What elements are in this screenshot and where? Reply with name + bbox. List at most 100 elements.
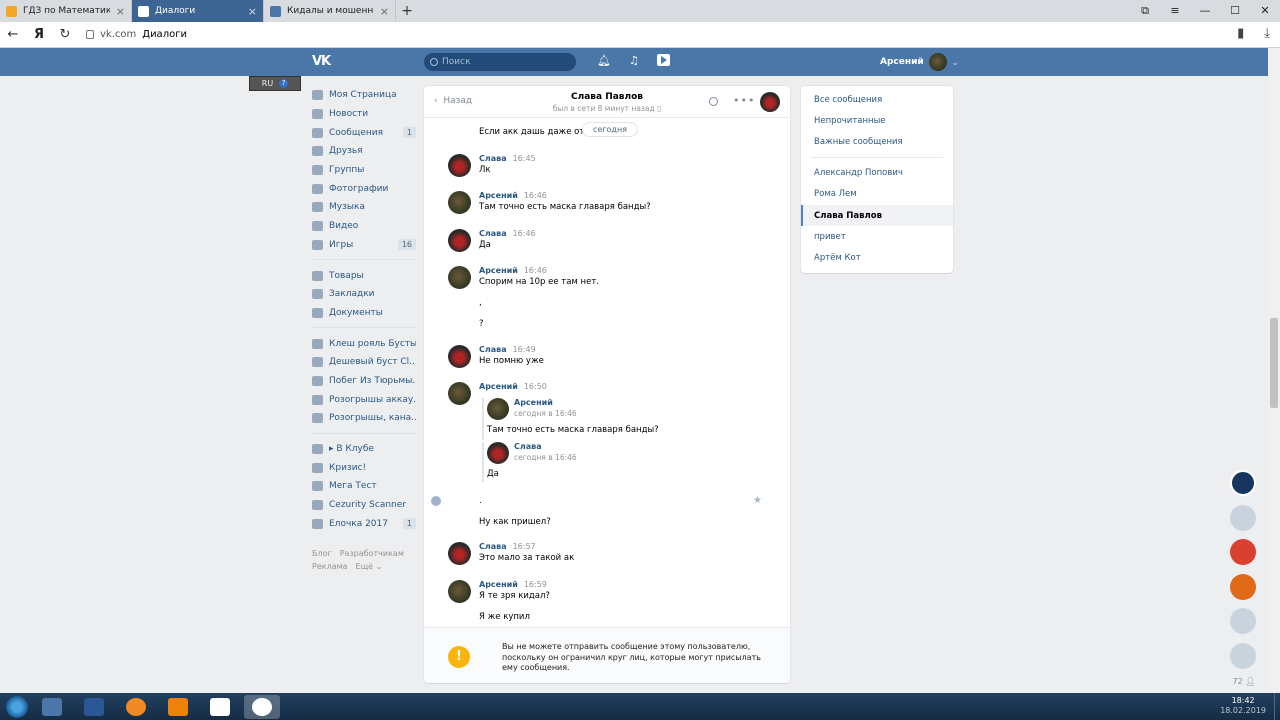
bookmark-icon[interactable]: ▮ xyxy=(1237,26,1244,41)
close-tab-icon[interactable]: × xyxy=(116,5,125,18)
play-icon[interactable] xyxy=(656,54,670,66)
nav-item-group-5[interactable]: Розогрышы, кана.. xyxy=(312,409,416,428)
bell-icon[interactable]: 🔔︎ xyxy=(597,54,611,67)
author-name[interactable]: Слава xyxy=(479,345,507,354)
avatar[interactable] xyxy=(448,382,471,405)
footer-link-developers[interactable]: Разработчикам xyxy=(340,549,404,558)
contact-item[interactable]: Артём Кот xyxy=(801,248,953,269)
scrollbar-thumb[interactable] xyxy=(1270,318,1278,408)
reload-icon[interactable]: ↻ xyxy=(52,27,78,42)
avatar[interactable] xyxy=(487,442,509,464)
footer-link-blog[interactable]: Блог xyxy=(312,549,332,558)
nav-item-messages[interactable]: Сообщения 1 xyxy=(312,123,416,142)
back-arrow-icon[interactable]: ← xyxy=(0,27,26,42)
filter-important[interactable]: Важные сообщения xyxy=(801,132,953,153)
close-tab-icon[interactable]: × xyxy=(380,5,389,18)
friends-icon[interactable] xyxy=(1230,504,1256,531)
nav-item-group-2[interactable]: Дешевый буст Cl.. xyxy=(312,353,416,372)
url-field[interactable]: vk.com Диалоги xyxy=(86,29,187,40)
forwarded-author[interactable]: Слава xyxy=(514,442,542,451)
filter-unread[interactable]: Непрочитанные xyxy=(801,110,953,131)
menu-icon[interactable]: ≡ xyxy=(1160,0,1190,22)
nav-item-friends[interactable]: Друзья xyxy=(312,142,416,161)
author-name[interactable]: Арсений xyxy=(479,266,518,275)
vk-logo-icon[interactable]: VK xyxy=(312,54,338,70)
nav-item-app-2[interactable]: Кризис! xyxy=(312,458,416,477)
close-tab-icon[interactable]: × xyxy=(248,5,257,18)
contact-item[interactable]: Александр Попович xyxy=(801,162,953,183)
download-icon[interactable]: ⤓ xyxy=(1264,26,1270,41)
nav-item-goods[interactable]: Товары xyxy=(312,266,416,285)
avatar[interactable] xyxy=(448,580,471,603)
nav-item-photos[interactable]: Фотографии xyxy=(312,179,416,198)
search-icon[interactable] xyxy=(709,97,718,106)
nav-item-app-4[interactable]: Cezurity Scanner xyxy=(312,496,416,515)
nav-item-bookmarks[interactable]: Закладки xyxy=(312,285,416,304)
select-check-icon[interactable] xyxy=(431,496,441,506)
minimize-button[interactable]: — xyxy=(1190,0,1220,22)
browser-tab-scammers[interactable]: Кидалы и мошенники в vk × xyxy=(264,0,396,22)
taskbar-yandex-browser[interactable] xyxy=(244,694,280,719)
nav-item-documents[interactable]: Документы xyxy=(312,304,416,323)
author-name[interactable]: Слава xyxy=(479,542,507,551)
nav-item-games[interactable]: Игры 16 xyxy=(312,236,416,255)
bookmarks-icon[interactable]: ⧉ xyxy=(1130,0,1160,22)
forwarded-message[interactable]: Арсений сегодня в 16:46 Там точно есть м… xyxy=(482,398,732,440)
user-menu[interactable]: Арсений ⌄ xyxy=(880,53,958,71)
nav-item-app-5[interactable]: Ёлочка 2017 1 xyxy=(312,514,416,533)
author-name[interactable]: Арсений xyxy=(479,382,518,391)
avatar[interactable] xyxy=(448,345,471,368)
browser-tab-dialogs[interactable]: Диалоги × xyxy=(132,0,264,22)
start-button[interactable] xyxy=(6,695,28,718)
author-name[interactable]: Слава xyxy=(479,229,507,238)
avatar[interactable] xyxy=(448,191,471,214)
nav-item-groups[interactable]: Группы xyxy=(312,161,416,180)
avatar[interactable] xyxy=(487,398,509,420)
taskbar-word[interactable] xyxy=(76,695,112,719)
nav-item-news[interactable]: Новости xyxy=(312,105,416,124)
contact-item-active[interactable]: Слава Павлов xyxy=(801,204,953,227)
author-name[interactable]: Арсений xyxy=(479,191,518,200)
contact-item[interactable]: привет xyxy=(801,226,953,247)
footer-link-more[interactable]: Ещё ⌄ xyxy=(356,562,383,571)
close-window-button[interactable]: ✕ xyxy=(1250,0,1280,22)
footer-link-ads[interactable]: Реклама xyxy=(312,562,348,571)
page-scrollbar[interactable] xyxy=(1268,48,1280,693)
avatar[interactable] xyxy=(448,542,471,565)
forwarded-message[interactable]: Слава сегодня в 16:46 Да xyxy=(482,442,732,482)
side-chat-avatar[interactable] xyxy=(1230,642,1256,669)
nav-item-app-1[interactable]: ▸ В Клубе xyxy=(312,440,416,459)
nav-item-my-page[interactable]: Моя Страница xyxy=(312,86,416,105)
peer-avatar[interactable] xyxy=(760,92,780,112)
yandex-icon[interactable]: Я xyxy=(26,27,52,42)
nav-item-app-3[interactable]: Мега Тест xyxy=(312,477,416,496)
new-tab-button[interactable]: + xyxy=(396,0,418,22)
side-chat-avatar[interactable] xyxy=(1230,573,1256,600)
nav-item-music[interactable]: Музыка xyxy=(312,198,416,217)
avatar[interactable] xyxy=(448,266,471,289)
help-icon[interactable]: ? xyxy=(279,79,289,88)
star-icon[interactable]: ★ xyxy=(753,495,762,506)
author-name[interactable]: Арсений xyxy=(479,580,518,589)
language-indicator[interactable]: RU ? xyxy=(249,76,301,91)
filter-all-messages[interactable]: Все сообщения xyxy=(801,89,953,110)
search-input[interactable]: Поиск xyxy=(424,53,576,71)
system-clock[interactable]: 18:42 18.02.2019 xyxy=(1220,696,1266,716)
show-desktop-button[interactable] xyxy=(1274,693,1280,720)
online-count[interactable]: 72 👤︎ xyxy=(1230,677,1258,686)
nav-item-group-3[interactable]: Побег Из Тюрьмы.. xyxy=(312,372,416,391)
taskbar-media[interactable] xyxy=(118,695,154,719)
nav-item-group-1[interactable]: Клеш рояль Бусты xyxy=(312,334,416,353)
author-name[interactable]: Слава xyxy=(479,154,507,163)
nav-item-group-4[interactable]: Розогрышы аккау.. xyxy=(312,390,416,409)
more-icon[interactable]: ••• xyxy=(733,94,755,107)
browser-tab-gdz[interactable]: ГДЗ по Математике за 4 к × xyxy=(0,0,132,22)
side-chat-avatar[interactable] xyxy=(1230,539,1256,565)
forwarded-author[interactable]: Арсений xyxy=(514,398,553,407)
taskbar-yandex[interactable] xyxy=(202,695,238,719)
taskbar-ok[interactable] xyxy=(160,695,196,719)
side-chat-avatar[interactable] xyxy=(1230,470,1256,496)
contact-item[interactable]: Рома Лем xyxy=(801,184,953,205)
avatar[interactable] xyxy=(448,229,471,252)
taskbar-vk[interactable] xyxy=(34,695,70,719)
